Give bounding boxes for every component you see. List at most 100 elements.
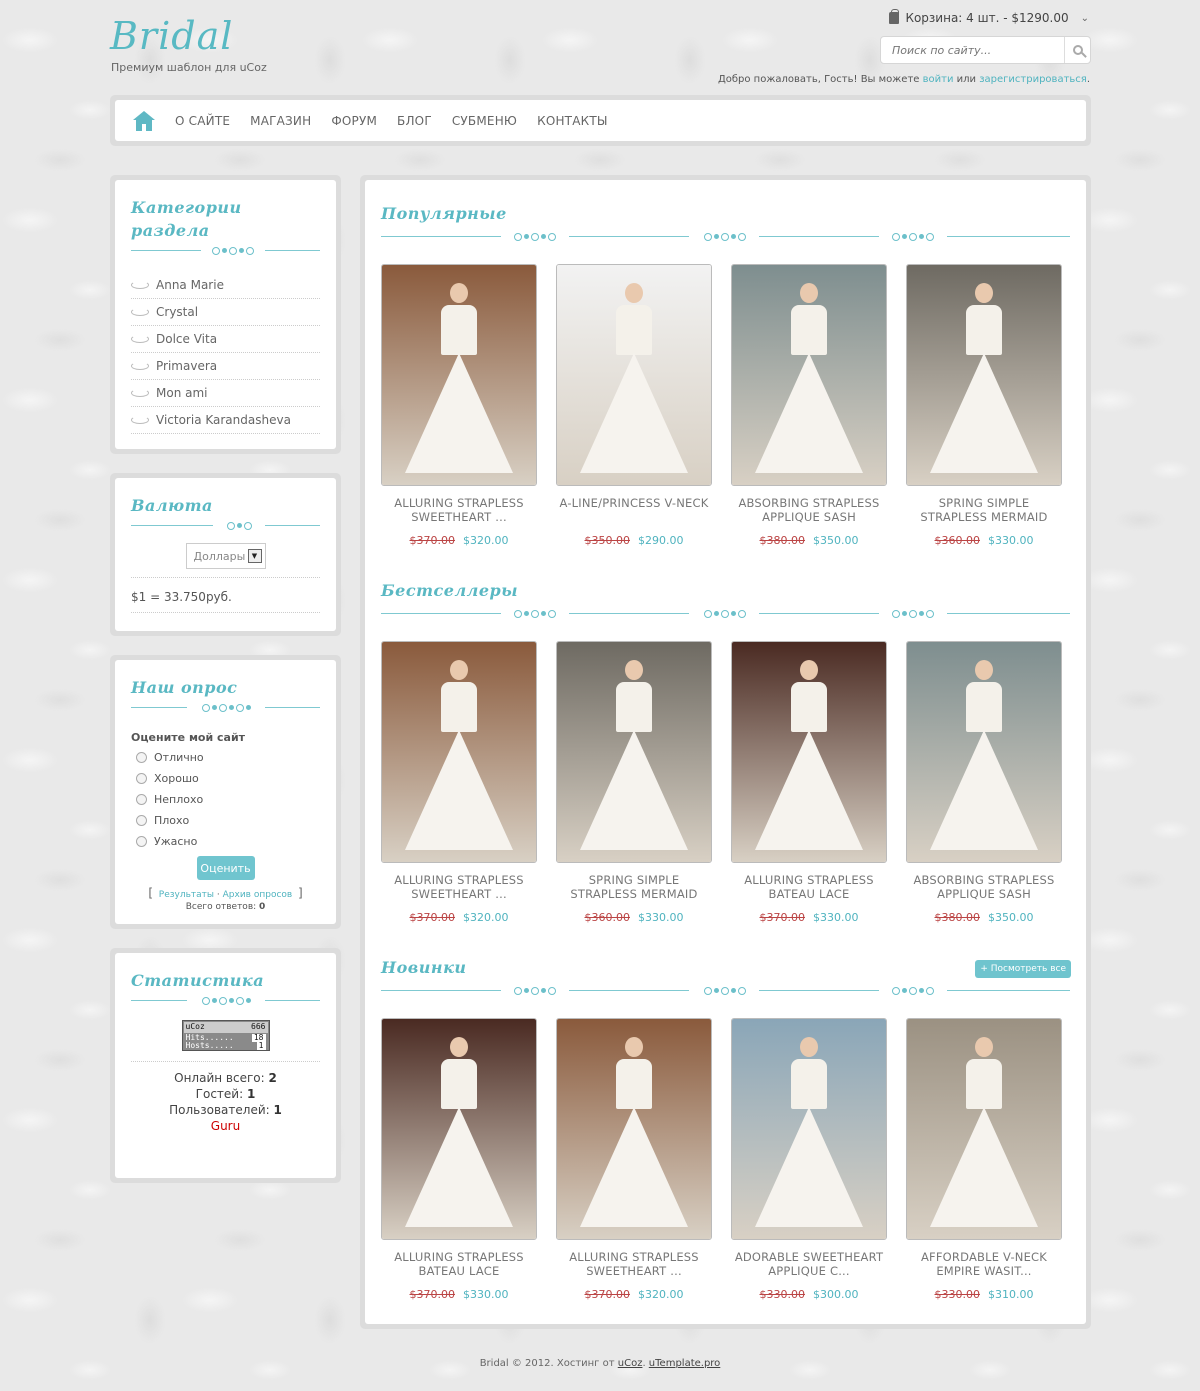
category-item[interactable]: Primavera <box>131 353 320 380</box>
product-image[interactable] <box>381 1018 537 1240</box>
dress-figure <box>450 283 468 303</box>
product-name[interactable]: ALLURING STRAPLESS SWEETHEART ... <box>556 1250 712 1278</box>
dress-bodice <box>616 1059 652 1109</box>
product-card[interactable]: AFFORDABLE V-NECK EMPIRE WASIT... $330.00… <box>906 1018 1062 1301</box>
product-card[interactable]: SPRING SIMPLE STRAPLESS MERMAID $360.00 $3… <box>906 264 1062 547</box>
old-price: $380.00 <box>759 534 806 547</box>
register-link[interactable]: зарегистрироваться <box>979 74 1087 85</box>
poll-option[interactable]: Плохо <box>131 810 320 831</box>
product-name[interactable]: ABSORBING STRAPLESS APPLIQUE SASH <box>906 873 1062 901</box>
dress-bodice <box>791 305 827 355</box>
product-name[interactable]: ADORABLE SWEETHEART APPLIQUE C... <box>731 1250 887 1278</box>
old-price: $370.00 <box>409 534 456 547</box>
radio-button[interactable] <box>136 752 147 763</box>
product-card[interactable]: SPRING SIMPLE STRAPLESS MERMAID $360.00 $3… <box>556 641 712 924</box>
dress-figure <box>625 660 643 680</box>
nav-item-submenu[interactable]: СУБМЕНЮ <box>452 114 517 128</box>
product-image[interactable] <box>731 264 887 486</box>
poll-links: [ Результаты · Архив опросов ] <box>148 886 303 900</box>
product-card[interactable]: ADORABLE SWEETHEART APPLIQUE C... $330.00… <box>731 1018 887 1301</box>
poll-option[interactable]: Неплохо <box>131 789 320 810</box>
search-input[interactable] <box>881 37 1064 63</box>
category-item[interactable]: Dolce Vita <box>131 326 320 353</box>
login-link[interactable]: войти <box>923 74 954 85</box>
dress-skirt <box>930 353 1038 473</box>
product-image[interactable] <box>906 1018 1062 1240</box>
footer-ucoz-link[interactable]: uCoz <box>618 1358 643 1369</box>
product-card[interactable]: ALLURING STRAPLESS BATEAU LACE $370.00 $33… <box>731 641 887 924</box>
view-all-button[interactable]: + Посмотреть все <box>975 960 1071 978</box>
radio-button[interactable] <box>136 773 147 784</box>
search-button[interactable] <box>1064 37 1090 63</box>
product-name[interactable]: ALLURING STRAPLESS BATEAU LACE <box>381 1250 537 1278</box>
online-user-link[interactable]: Guru <box>211 1119 240 1133</box>
stats-title: Статистика <box>131 971 265 990</box>
product-image[interactable] <box>381 264 537 486</box>
category-item[interactable]: Victoria Karandasheva <box>131 407 320 434</box>
nav-bar: О САЙТЕ МАГАЗИН ФОРУМ БЛОГ СУБМЕНЮ КОНТА… <box>115 100 1086 141</box>
product-card[interactable]: ALLURING STRAPLESS SWEETHEART ... $370.00… <box>556 1018 712 1301</box>
radio-button[interactable] <box>136 836 147 847</box>
poll-results-link[interactable]: Результаты <box>159 890 214 900</box>
poll-archive-link[interactable]: Архив опросов <box>223 890 293 900</box>
product-card[interactable]: A-LINE/PRINCESS V-NECK $350.00 $290.00 <box>556 264 712 547</box>
chevron-down-icon[interactable]: ⌄ <box>1081 13 1089 24</box>
product-prices: $370.00 $320.00 <box>381 534 537 547</box>
product-card[interactable]: ALLURING STRAPLESS SWEETHEART ... $370.00… <box>381 641 537 924</box>
poll-total-label: Всего ответов: <box>185 902 260 912</box>
product-card[interactable]: ABSORBING STRAPLESS APPLIQUE SASH $380.00… <box>906 641 1062 924</box>
product-image[interactable] <box>731 641 887 863</box>
product-image[interactable] <box>556 641 712 863</box>
nav-item-shop[interactable]: МАГАЗИН <box>250 114 311 128</box>
cart-summary[interactable]: Корзина: 4 шт. - $1290.00 ⌄ <box>889 9 1089 25</box>
poll-option[interactable]: Отлично <box>131 747 320 768</box>
product-card[interactable]: ABSORBING STRAPLESS APPLIQUE SASH $380.00… <box>731 264 887 547</box>
new-price: $350.00 <box>813 534 859 547</box>
site-logo[interactable]: Bridal <box>110 14 233 58</box>
vote-button[interactable]: Оценить <box>196 856 255 880</box>
product-card[interactable]: ALLURING STRAPLESS BATEAU LACE $370.00 $33… <box>381 1018 537 1301</box>
product-image[interactable] <box>381 641 537 863</box>
product-image[interactable] <box>556 1018 712 1240</box>
radio-button[interactable] <box>136 815 147 826</box>
product-prices: $330.00 $310.00 <box>906 1288 1062 1301</box>
category-item[interactable]: Mon ami <box>131 380 320 407</box>
nav-item-forum[interactable]: ФОРУМ <box>331 114 377 128</box>
product-name[interactable]: ALLURING STRAPLESS SWEETHEART ... <box>381 496 537 524</box>
product-image[interactable] <box>906 264 1062 486</box>
category-item[interactable]: Crystal <box>131 299 320 326</box>
nav-item-contacts[interactable]: КОНТАКТЫ <box>537 114 608 128</box>
nav-item-about[interactable]: О САЙТЕ <box>175 114 230 128</box>
nav-item-blog[interactable]: БЛОГ <box>397 114 432 128</box>
currency-selected: Доллары <box>193 549 246 563</box>
swirl-icon <box>131 362 149 370</box>
footer-utemplate-link[interactable]: uTemplate.pro <box>649 1358 721 1369</box>
product-name[interactable]: SPRING SIMPLE STRAPLESS MERMAID <box>906 496 1062 524</box>
product-image[interactable] <box>731 1018 887 1240</box>
dress-skirt <box>755 1107 863 1227</box>
product-name[interactable]: SPRING SIMPLE STRAPLESS MERMAID <box>556 873 712 901</box>
dress-figure <box>975 660 993 680</box>
stats-block: Статистика uCoz 666 Hits...... 18 Hosts...… <box>110 948 341 1183</box>
radio-button[interactable] <box>136 794 147 805</box>
welcome-period: . <box>1086 74 1090 85</box>
dress-figure <box>800 283 818 303</box>
product-image[interactable] <box>556 264 712 486</box>
currency-select[interactable]: Доллары ▼ <box>185 543 266 569</box>
product-prices: $330.00 $300.00 <box>731 1288 887 1301</box>
poll-option[interactable]: Ужасно <box>131 831 320 852</box>
product-image[interactable] <box>906 641 1062 863</box>
product-name[interactable]: ALLURING STRAPLESS SWEETHEART ... <box>381 873 537 901</box>
dress-figure <box>450 660 468 680</box>
home-icon[interactable] <box>133 110 155 131</box>
product-name[interactable]: ALLURING STRAPLESS BATEAU LACE <box>731 873 887 901</box>
site-tagline: Премиум шаблон для uCoz <box>111 61 267 74</box>
poll-option[interactable]: Хорошо <box>131 768 320 789</box>
product-name[interactable]: ABSORBING STRAPLESS APPLIQUE SASH <box>731 496 887 524</box>
category-item[interactable]: Anna Marie <box>131 272 320 299</box>
ucoz-counter[interactable]: uCoz 666 Hits...... 18 Hosts..... 1 <box>181 1020 270 1051</box>
welcome-text: Добро пожаловать, Гость! Вы можете войти… <box>718 74 1090 85</box>
product-name[interactable]: AFFORDABLE V-NECK EMPIRE WASIT... <box>906 1250 1062 1278</box>
product-card[interactable]: ALLURING STRAPLESS SWEETHEART ... $370.00… <box>381 264 537 547</box>
product-name[interactable]: A-LINE/PRINCESS V-NECK <box>556 496 712 524</box>
